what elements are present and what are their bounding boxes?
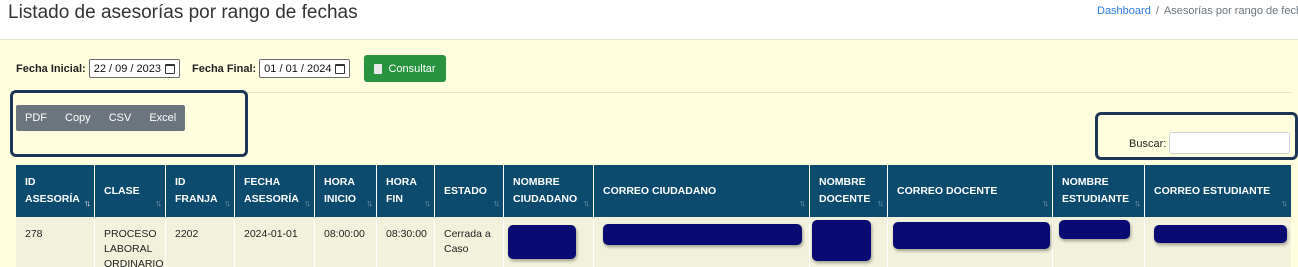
sort-icon[interactable]: ↑↓ [366, 195, 373, 212]
column-header-label: FECHA ASESORÍA [244, 176, 299, 205]
column-header[interactable]: ID ASESORÍA ↑↓ [16, 165, 95, 217]
column-header[interactable]: CORREO CIUDADANO ↑↓ [594, 165, 810, 217]
column-header-label: CLASE [104, 184, 140, 197]
end-date-label: Fecha Final: [191, 62, 257, 75]
end-date-value: 01 / 01 / 2024 [264, 62, 332, 75]
column-header[interactable]: NOMBRE ESTUDIANTE ↑↓ [1053, 165, 1145, 217]
start-date-input[interactable]: 22 / 09 / 2023 [88, 59, 180, 78]
report-panel: Fecha Inicial: 22 / 09 / 2023 Fecha Fina… [0, 39, 1298, 267]
start-date-label: Fecha Inicial: [16, 62, 86, 75]
breadcrumb-dashboard-link[interactable]: Dashboard [1097, 5, 1151, 17]
table-cell: 278 [16, 217, 95, 267]
column-header[interactable]: FECHA ASESORÍA ↑↓ [235, 165, 315, 217]
redaction-block [508, 225, 576, 259]
end-date-input[interactable]: 01 / 01 / 2024 [259, 59, 351, 78]
table-cell: PROCESO LABORAL ORDINARIO [95, 217, 166, 267]
date-filter-bar: Fecha Inicial: 22 / 09 / 2023 Fecha Fina… [16, 55, 446, 82]
redaction-block [893, 222, 1050, 249]
column-header-label: NOMBRE CIUDADANO [513, 176, 578, 205]
start-date-value: 22 / 09 / 2023 [93, 62, 161, 75]
column-header-label: CORREO DOCENTE [897, 184, 998, 197]
column-header[interactable]: HORA INICIO ↑↓ [315, 165, 377, 217]
table-cell: Cerrada a Caso [435, 217, 504, 267]
column-header[interactable]: CORREO DOCENTE ↑↓ [888, 165, 1053, 217]
table-cell: 08:00:00 [315, 217, 377, 267]
sort-icon[interactable]: ↑↓ [155, 195, 162, 212]
column-header-label: ID FRANJA [175, 176, 218, 205]
column-header[interactable]: ESTADO ↑↓ [435, 165, 504, 217]
consultar-button-label: Consultar [388, 62, 436, 75]
page-title: Listado de asesorías por rango de fechas [8, 2, 358, 23]
column-header-label: HORA FIN [386, 176, 417, 205]
column-header[interactable]: NOMBRE DOCENTE ↑↓ [810, 165, 888, 217]
column-header[interactable]: CLASE ↑↓ [95, 165, 166, 217]
sort-icon[interactable]: ↑↓ [424, 195, 431, 212]
table-header-row: ID ASESORÍA ↑↓ CLASE ↑↓ ID FRANJA ↑↓ FECHA … [16, 165, 1291, 217]
table-cell: 2024-01-01 [235, 217, 315, 267]
search-label: Buscar: [1129, 138, 1167, 150]
export-excel-button[interactable]: Excel [140, 105, 185, 131]
calendar-icon[interactable] [164, 63, 175, 74]
sort-icon[interactable]: ↑↓ [799, 195, 806, 212]
column-header[interactable]: CORREO ESTUDIANTE ↑↓ [1145, 165, 1291, 217]
redaction-block [603, 224, 802, 245]
sort-icon[interactable]: ↑↓ [583, 195, 590, 212]
column-header[interactable]: NOMBRE CIUDADANO ↑↓ [504, 165, 594, 217]
column-header[interactable]: ID FRANJA ↑↓ [166, 165, 235, 217]
export-csv-button[interactable]: CSV [100, 105, 141, 131]
table-cell: 2202 [166, 217, 235, 267]
search-input[interactable] [1169, 132, 1290, 154]
sort-icon[interactable]: ↑↓ [304, 195, 311, 212]
sort-icon[interactable]: ↑↓ [1281, 195, 1288, 212]
sort-icon[interactable]: ↑↓ [1134, 195, 1141, 212]
export-pdf-button[interactable]: PDF [16, 105, 56, 131]
consultar-button[interactable]: Consultar [364, 55, 446, 82]
column-header-label: NOMBRE ESTUDIANTE [1062, 176, 1130, 205]
breadcrumb-current: Asesorías por rango de fechas [1163, 5, 1298, 17]
column-header[interactable]: HORA FIN ↑↓ [377, 165, 435, 217]
sort-icon[interactable]: ↑↓ [84, 195, 91, 212]
column-header-label: NOMBRE DOCENTE [819, 176, 871, 205]
breadcrumb: Dashboard/Asesorías por rango de fechas [1097, 5, 1298, 17]
column-header-label: CORREO CIUDADANO [603, 184, 717, 197]
calendar-icon[interactable] [335, 63, 346, 74]
column-header-label: ID ASESORÍA [25, 176, 80, 205]
document-icon [374, 63, 383, 74]
table-cell: 08:30:00 [377, 217, 435, 267]
sort-icon[interactable]: ↑↓ [224, 195, 231, 212]
redaction-block [1059, 220, 1130, 239]
redaction-block [1154, 225, 1287, 243]
export-button-group: PDF Copy CSV Excel [16, 105, 186, 131]
redaction-block [812, 220, 871, 261]
export-copy-button[interactable]: Copy [56, 105, 100, 131]
page: Listado de asesorías por rango de fechas… [0, 0, 1298, 267]
column-header-label: CORREO ESTUDIANTE [1154, 184, 1271, 197]
column-header-label: ESTADO [444, 184, 487, 197]
sort-icon[interactable]: ↑↓ [877, 195, 884, 212]
sort-icon[interactable]: ↑↓ [493, 195, 500, 212]
sort-icon[interactable]: ↑↓ [1042, 195, 1049, 212]
column-header-label: HORA INICIO [324, 176, 357, 205]
